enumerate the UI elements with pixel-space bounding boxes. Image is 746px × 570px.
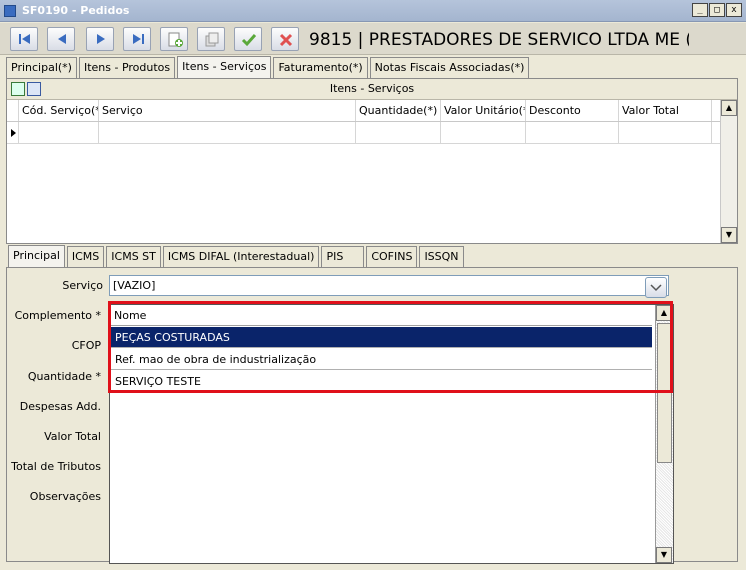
previous-record-button[interactable] [47,27,75,51]
scroll-thumb[interactable] [657,323,672,463]
column-header[interactable]: Desconto [526,100,619,121]
first-record-button[interactable] [10,27,38,51]
delete-x-icon [279,33,293,47]
item-detail-tabs: Principal ICMS ICMS ST ICMS DIFAL (Inter… [8,245,466,268]
observacoes-label: Observações [29,490,101,503]
quantidade-label: Quantidade * [27,370,101,383]
previous-icon [58,34,66,44]
app-icon [4,5,16,17]
scroll-up-icon[interactable]: ▲ [656,305,672,321]
check-icon [241,34,257,47]
cfop-label: CFOP [71,339,101,352]
list-item[interactable]: PEÇAS COSTURADAS [111,327,652,348]
cancel-button[interactable] [271,27,299,51]
record-header: 9815 | PRESTADORES DE SERVICO LTDA ME (0… [309,30,689,50]
tab-icms-st[interactable]: ICMS ST [106,246,161,267]
scroll-down-icon[interactable]: ▼ [721,227,737,243]
grid-toolbar: Itens - Serviços [7,79,737,100]
last-record-button[interactable] [123,27,151,51]
confirm-button[interactable] [234,27,262,51]
window-title: SF0190 - Pedidos [22,4,130,17]
column-header[interactable]: Valor Unitário(* [441,100,526,121]
title-bar: SF0190 - Pedidos _ □ x [0,0,746,22]
row-pointer-icon [11,129,16,137]
next-icon [97,34,105,44]
servico-dropdown-button[interactable] [645,277,667,298]
total-tributos-label: Total de Tributos [11,460,101,473]
column-header[interactable]: Quantidade(*) [356,100,441,121]
tab-itens-produtos[interactable]: Itens - Produtos [78,57,176,78]
copy-record-button[interactable] [197,27,225,51]
column-header[interactable]: Cód. Serviço(*) [19,100,99,121]
row-indicator-header [7,100,19,121]
tab-pis[interactable]: PIS [321,246,365,267]
new-record-button[interactable] [160,27,188,51]
tab-cofins[interactable]: COFINS [366,246,418,267]
servico-combo[interactable]: [VAZIO] [109,275,669,296]
main-tabs: Principal(*) Itens - Produtos Itens - Se… [6,56,531,79]
complemento-label: Complemento * [14,309,101,322]
table-row[interactable] [7,122,737,144]
despesas-label: Despesas Add. [19,400,101,413]
grid-scrollbar[interactable]: ▲ ▼ [720,100,737,243]
servico-label: Serviço [62,279,103,292]
tab-principal[interactable]: Principal(*) [6,57,77,78]
valor-total-label: Valor Total [44,430,101,443]
close-button[interactable]: x [726,3,742,17]
tab-principal-item[interactable]: Principal [8,245,65,268]
dropdown-scrollbar[interactable]: ▲ ▼ [655,305,673,563]
new-document-icon [168,32,183,47]
services-grid: Itens - Serviços Cód. Serviço(*) Serviço… [6,78,738,244]
column-header[interactable]: Serviço [99,100,356,121]
minimize-button[interactable]: _ [692,3,708,17]
column-header[interactable]: Valor Total [619,100,712,121]
first-icon [19,34,30,44]
servico-dropdown-list[interactable]: Nome PEÇAS COSTURADAS Ref. mao de obra d… [109,304,674,564]
tab-notas-fiscais[interactable]: Notas Fiscais Associadas(*) [369,57,530,78]
scroll-up-icon[interactable]: ▲ [721,100,737,116]
maximize-button[interactable]: □ [709,3,725,17]
last-icon [133,34,144,44]
grid-title: Itens - Serviços [329,82,415,95]
tab-icms[interactable]: ICMS [66,246,105,267]
dropdown-column-header: Nome [111,306,652,326]
toolbar: 9815 | PRESTADORES DE SERVICO LTDA ME (0… [0,23,746,55]
tab-faturamento[interactable]: Faturamento(*) [273,57,368,78]
list-item[interactable]: SERVIÇO TESTE [111,371,652,392]
copy-icon [205,32,219,47]
tab-issqn[interactable]: ISSQN [419,246,464,267]
next-record-button[interactable] [86,27,114,51]
tab-itens-servicos[interactable]: Itens - Serviços [177,56,272,79]
chevron-down-icon [650,284,662,292]
tab-icms-difal[interactable]: ICMS DIFAL (Interestadual) [162,246,320,267]
row-pointer [7,122,19,143]
grid-header: Cód. Serviço(*) Serviço Quantidade(*) Va… [7,100,737,122]
scroll-down-icon[interactable]: ▼ [656,547,672,563]
list-item[interactable]: Ref. mao de obra de industrialização [111,349,652,370]
